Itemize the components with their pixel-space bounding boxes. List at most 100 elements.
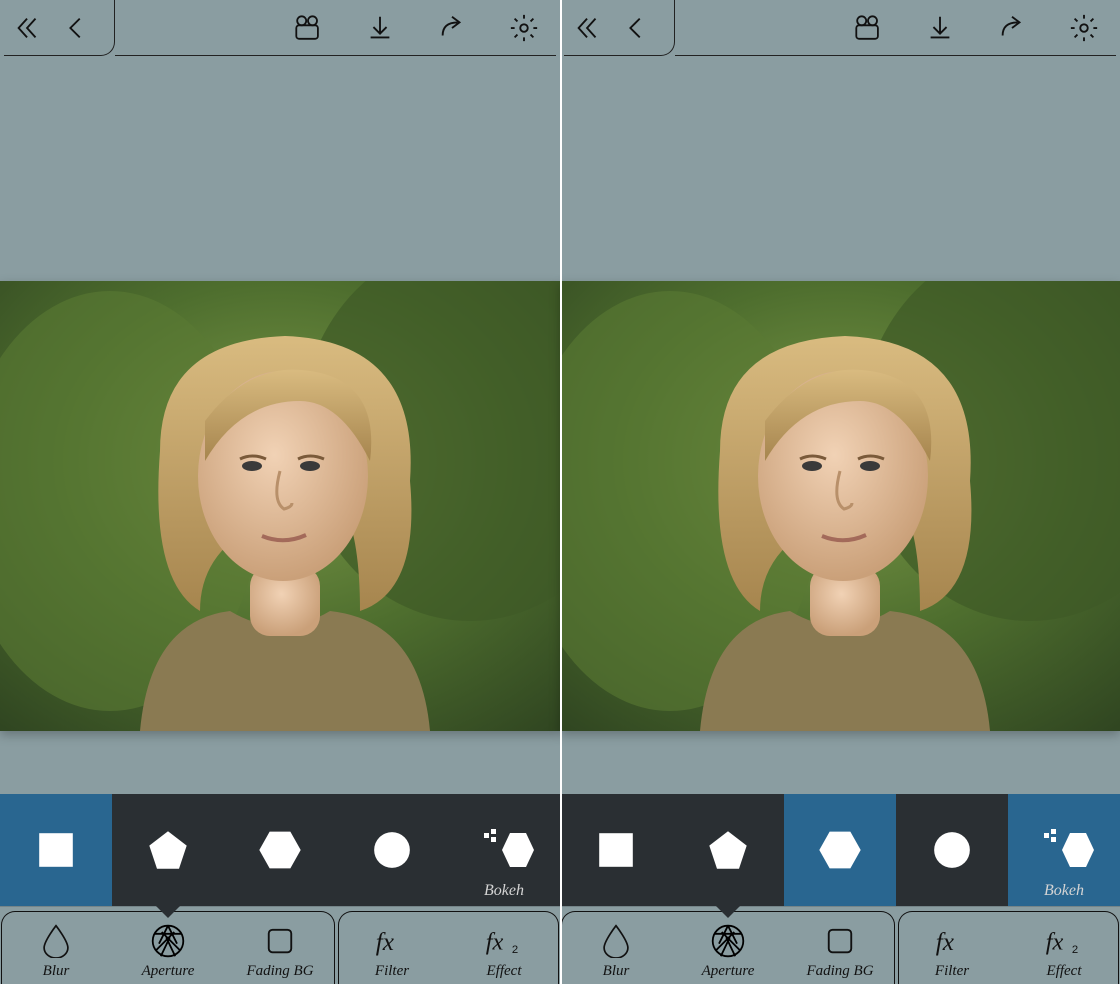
- aperture-shape-strip: Bokeh: [560, 794, 1120, 906]
- circle-shape-icon: [931, 829, 973, 871]
- tool-fadingbg[interactable]: Fading BG: [784, 907, 896, 984]
- tool-filter[interactable]: fx Filter: [896, 907, 1008, 984]
- svg-text:2: 2: [512, 944, 518, 956]
- tool-blur-label: Blur: [603, 963, 630, 980]
- aperture-icon: [150, 923, 186, 959]
- tool-blur[interactable]: Blur: [0, 907, 112, 984]
- video-button[interactable]: [844, 4, 892, 52]
- aperture-icon: [710, 923, 746, 959]
- tool-effect-label: Effect: [487, 963, 522, 980]
- share-icon: [437, 13, 467, 43]
- editor-panel-left: Bokeh Blur Aperture Fading BG fx Filter: [0, 0, 560, 984]
- tool-filter[interactable]: fx Filter: [336, 907, 448, 984]
- tool-blur-label: Blur: [43, 963, 70, 980]
- square-icon: [265, 926, 295, 956]
- settings-button[interactable]: [1060, 4, 1108, 52]
- fx2-icon: fx 2: [1044, 926, 1084, 956]
- share-icon: [997, 13, 1027, 43]
- double-back-icon: [13, 13, 43, 43]
- bokeh-label: Bokeh: [1044, 882, 1084, 900]
- back-icon: [621, 13, 651, 43]
- tool-blur[interactable]: Blur: [560, 907, 672, 984]
- bokeh-label: Bokeh: [484, 882, 524, 900]
- shape-option-bokeh[interactable]: Bokeh: [1008, 794, 1120, 906]
- drop-icon: [42, 924, 70, 958]
- circle-shape-icon: [371, 829, 413, 871]
- hexagon-shape-icon: [817, 827, 863, 873]
- top-toolbar: [560, 0, 1120, 56]
- download-icon: [925, 13, 955, 43]
- fx-icon: fx: [934, 926, 970, 956]
- active-tool-pointer: [714, 904, 742, 918]
- square-shape-icon: [595, 829, 637, 871]
- shape-option-square[interactable]: [560, 794, 672, 906]
- tool-aperture-label: Aperture: [142, 963, 195, 980]
- bokeh-shape-icon: [474, 827, 534, 873]
- back-button[interactable]: [52, 4, 100, 52]
- shape-option-pentagon[interactable]: [112, 794, 224, 906]
- video-icon: [850, 13, 886, 43]
- editor-panel-right: Bokeh Blur Aperture Fading BG fx Filter …: [560, 0, 1120, 984]
- settings-icon: [1069, 13, 1099, 43]
- top-left-group: [564, 0, 675, 56]
- top-toolbar: [0, 0, 560, 56]
- bokeh-shape-icon: [1034, 827, 1094, 873]
- tool-aperture[interactable]: Aperture: [672, 907, 784, 984]
- image-stage: [0, 56, 560, 794]
- top-right-group: [675, 0, 1116, 56]
- svg-text:2: 2: [1072, 944, 1078, 956]
- double-back-icon: [573, 13, 603, 43]
- tool-effect-label: Effect: [1047, 963, 1082, 980]
- video-icon: [290, 13, 326, 43]
- tool-fadingbg-label: Fading BG: [806, 963, 873, 980]
- tool-fadingbg[interactable]: Fading BG: [224, 907, 336, 984]
- back-button[interactable]: [612, 4, 660, 52]
- pentagon-shape-icon: [706, 828, 750, 872]
- download-button[interactable]: [916, 4, 964, 52]
- square-icon: [825, 926, 855, 956]
- double-back-button[interactable]: [564, 4, 612, 52]
- pentagon-shape-icon: [146, 828, 190, 872]
- top-right-group: [115, 0, 556, 56]
- svg-text:fx: fx: [486, 929, 504, 956]
- download-button[interactable]: [356, 4, 404, 52]
- tool-filter-label: Filter: [375, 963, 409, 980]
- tool-aperture-label: Aperture: [702, 963, 755, 980]
- active-tool-pointer: [154, 904, 182, 918]
- fx2-icon: fx 2: [484, 926, 524, 956]
- image-stage: [560, 56, 1120, 794]
- shape-option-pentagon[interactable]: [672, 794, 784, 906]
- shape-option-hexagon[interactable]: [784, 794, 896, 906]
- svg-text:fx: fx: [376, 929, 394, 956]
- svg-text:fx: fx: [1046, 929, 1064, 956]
- video-button[interactable]: [284, 4, 332, 52]
- aperture-shape-strip: Bokeh: [0, 794, 560, 906]
- square-shape-icon: [35, 829, 77, 871]
- shape-option-square[interactable]: [0, 794, 112, 906]
- bottom-toolbar: Blur Aperture Fading BG fx Filter fx 2 Ef…: [560, 906, 1120, 984]
- bottom-toolbar: Blur Aperture Fading BG fx Filter fx 2 E…: [0, 906, 560, 984]
- share-button[interactable]: [428, 4, 476, 52]
- shape-option-circle[interactable]: [336, 794, 448, 906]
- download-icon: [365, 13, 395, 43]
- tool-effect[interactable]: fx 2 Effect: [1008, 907, 1120, 984]
- share-button[interactable]: [988, 4, 1036, 52]
- settings-button[interactable]: [500, 4, 548, 52]
- tool-filter-label: Filter: [935, 963, 969, 980]
- tool-aperture[interactable]: Aperture: [112, 907, 224, 984]
- shape-option-hexagon[interactable]: [224, 794, 336, 906]
- tool-effect[interactable]: fx 2 Effect: [448, 907, 560, 984]
- fx-icon: fx: [374, 926, 410, 956]
- drop-icon: [602, 924, 630, 958]
- back-icon: [61, 13, 91, 43]
- shape-option-circle[interactable]: [896, 794, 1008, 906]
- hexagon-shape-icon: [257, 827, 303, 873]
- settings-icon: [509, 13, 539, 43]
- svg-text:fx: fx: [936, 929, 954, 956]
- tool-fadingbg-label: Fading BG: [246, 963, 313, 980]
- top-left-group: [4, 0, 115, 56]
- edited-photo[interactable]: [0, 281, 560, 731]
- shape-option-bokeh[interactable]: Bokeh: [448, 794, 560, 906]
- edited-photo[interactable]: [560, 281, 1120, 731]
- double-back-button[interactable]: [4, 4, 52, 52]
